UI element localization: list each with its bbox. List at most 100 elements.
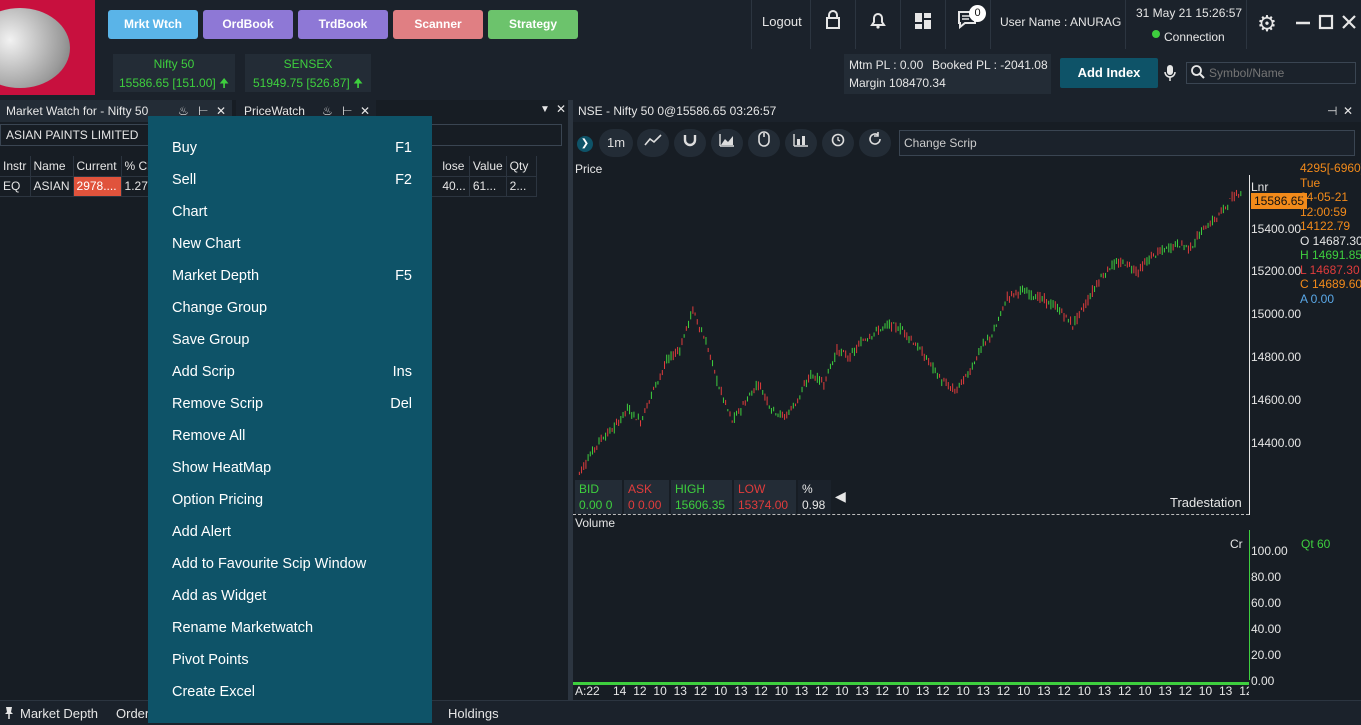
- pin-icon[interactable]: ⊣: [1327, 100, 1337, 122]
- scale-type-label: Lnr: [1251, 180, 1269, 194]
- menu-item-new-chart[interactable]: New Chart: [172, 232, 412, 256]
- menu-item-shortcut: F2: [395, 172, 412, 188]
- tab-order[interactable]: Order: [116, 706, 149, 721]
- index-card-nifty[interactable]: Nifty 50 15586.65 [151.00] 🠉: [113, 54, 235, 92]
- info-high: H 14691.85: [1300, 248, 1361, 262]
- bell-tile: [855, 0, 899, 49]
- time-axis-label: 13: [1037, 684, 1051, 698]
- change-scrip-input[interactable]: Change Scrip: [899, 130, 1355, 156]
- nav-button-market-watch[interactable]: Mrkt Wtch: [108, 10, 198, 39]
- top-bar: Mrkt Wtch OrdBook TrdBook Scanner Strate…: [0, 0, 1361, 95]
- tab-market-depth[interactable]: Market Depth: [20, 706, 98, 721]
- menu-item-option-pricing[interactable]: Option Pricing: [172, 488, 412, 512]
- menu-item-remove-scrip[interactable]: Remove Scrip Del: [172, 392, 412, 416]
- bell-icon[interactable]: [863, 10, 893, 38]
- menu-item-pivot-points[interactable]: Pivot Points: [172, 648, 412, 672]
- menu-item-label: Chart: [172, 204, 208, 220]
- volume-scale-label: Cr: [1230, 537, 1243, 551]
- menu-item-market-depth[interactable]: Market Depth F5: [172, 264, 412, 288]
- menu-item-add-as-widget[interactable]: Add as Widget: [172, 584, 412, 608]
- menu-item-show-heatmap[interactable]: Show HeatMap: [172, 456, 412, 480]
- refresh-icon[interactable]: [859, 129, 891, 157]
- column-header[interactable]: Qty: [506, 156, 537, 177]
- time-axis-label: 12: [1239, 684, 1249, 698]
- menu-item-change-group[interactable]: Change Group: [172, 296, 412, 320]
- tab-holdings[interactable]: Holdings: [448, 706, 499, 721]
- price-axis-line: [1249, 175, 1250, 515]
- user-name: User Name : ANURAG: [1000, 15, 1122, 29]
- menu-item-label: Sell: [172, 172, 197, 188]
- menu-item-add-to-favourite-scip-window[interactable]: Add to Favourite Scip Window: [172, 552, 412, 576]
- info-low: L 14687.30: [1300, 262, 1360, 277]
- nav-button-strategy[interactable]: Strategy: [488, 10, 578, 39]
- index-name: SENSEX: [283, 57, 333, 71]
- menu-item-save-group[interactable]: Save Group: [172, 328, 412, 352]
- column-header[interactable]: Name: [30, 156, 74, 177]
- column-header[interactable]: Current: [73, 156, 122, 177]
- collapse-quote-icon[interactable]: ◀: [835, 488, 846, 505]
- menu-item-label: Add to Favourite Scip Window: [172, 556, 367, 572]
- menu-item-add-alert[interactable]: Add Alert: [172, 520, 412, 544]
- column-header[interactable]: Value: [469, 156, 507, 177]
- pct-box: % 0.98: [798, 480, 831, 514]
- info-price: 14122.79: [1300, 219, 1351, 233]
- menu-item-chart[interactable]: Chart: [172, 200, 412, 224]
- cell-current: 2978....: [73, 176, 122, 197]
- price-axis-label: 14600.00: [1251, 393, 1302, 407]
- time-axis-label: 12: [633, 684, 647, 698]
- menu-item-add-scrip[interactable]: Add Scrip Ins: [172, 360, 412, 384]
- lock-tile: [810, 0, 854, 49]
- nav-button-order-book[interactable]: OrdBook: [203, 10, 293, 39]
- microphone-icon[interactable]: [1163, 64, 1179, 84]
- info-time: 12:00:59: [1300, 204, 1347, 219]
- alarm-clock-icon[interactable]: [822, 129, 854, 157]
- menu-item-label: Add as Widget: [172, 588, 267, 604]
- index-card-sensex[interactable]: SENSEX 51949.75 [526.87] 🠉: [245, 54, 371, 92]
- menu-item-label: Change Group: [172, 300, 268, 316]
- dashboard-icon[interactable]: [908, 10, 938, 38]
- dropdown-icon[interactable]: ▼: [540, 104, 550, 115]
- menu-item-shortcut: F1: [395, 140, 412, 156]
- mouse-icon[interactable]: [748, 129, 780, 157]
- price-axis-label: 15200.00: [1251, 264, 1302, 279]
- magnet-icon[interactable]: [674, 129, 706, 157]
- add-index-button[interactable]: Add Index: [1060, 58, 1158, 88]
- gear-icon[interactable]: ⚙: [1252, 10, 1282, 38]
- mtm-pl: Mtm PL : 0.00: [849, 58, 924, 72]
- high-label: HIGH: [675, 482, 705, 496]
- column-header[interactable]: Instr: [0, 156, 31, 177]
- lock-icon[interactable]: [818, 10, 848, 38]
- area-chart-icon[interactable]: [711, 129, 743, 157]
- indicator-icon[interactable]: [785, 129, 817, 157]
- time-axis-label: 13: [794, 684, 809, 698]
- menu-item-rename-marketwatch[interactable]: Rename Marketwatch: [172, 616, 412, 640]
- menu-item-label: Show HeatMap: [172, 460, 272, 476]
- menu-item-remove-all[interactable]: Remove All: [172, 424, 412, 448]
- menu-item-label: Add Scrip: [172, 364, 235, 380]
- close-panel-icon[interactable]: ✕: [556, 102, 566, 116]
- pin-icon[interactable]: [4, 706, 14, 723]
- info-volume: 4295[-6960]: [1300, 161, 1361, 175]
- time-axis-label: 10: [835, 684, 849, 698]
- nav-button-scanner[interactable]: Scanner: [393, 10, 483, 39]
- price-chart[interactable]: [573, 175, 1251, 475]
- interval-button[interactable]: 1m: [599, 129, 633, 157]
- menu-item-sell[interactable]: Sell F2: [172, 168, 412, 192]
- arrow-up-icon: 🠉: [353, 76, 364, 90]
- search-input[interactable]: [1209, 64, 1351, 82]
- menu-item-create-excel[interactable]: Create Excel: [172, 680, 412, 704]
- line-tool-icon[interactable]: [637, 129, 669, 157]
- expand-toolbar-icon[interactable]: ❯: [577, 136, 593, 152]
- logout-button[interactable]: Logout: [762, 14, 802, 29]
- time-axis-label: 10: [1077, 684, 1091, 698]
- change-scrip-label: Change Scrip: [904, 136, 977, 150]
- close-icon[interactable]: [1334, 10, 1361, 38]
- nav-button-trade-book[interactable]: TrdBook: [298, 10, 388, 39]
- close-chart-icon[interactable]: ✕: [1343, 100, 1353, 122]
- cell-value: 61...: [469, 176, 507, 197]
- index-value-text: 51949.75 [526.87]: [252, 76, 350, 90]
- column-header[interactable]: lose: [439, 156, 470, 177]
- time-axis-label: 10: [1017, 684, 1031, 698]
- price-axis-label: 14400.00: [1251, 435, 1302, 450]
- menu-item-buy[interactable]: Buy F1: [172, 136, 412, 160]
